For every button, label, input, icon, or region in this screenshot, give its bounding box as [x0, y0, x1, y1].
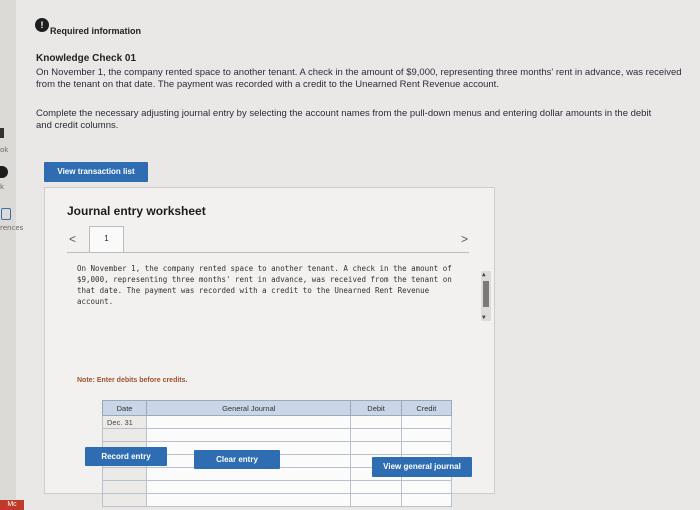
table-row — [101, 493, 453, 507]
next-arrow-icon[interactable]: > — [461, 232, 468, 246]
transaction-description: On November 1, the company rented space … — [77, 263, 491, 325]
journal-entry-worksheet: Journal entry worksheet < > 1 On Novembe… — [44, 187, 495, 507]
debit-input[interactable] — [350, 441, 402, 455]
description-scrollbar[interactable]: ▲ ▼ — [481, 271, 491, 321]
credit-input[interactable] — [400, 441, 453, 455]
instruction-paragraph: Complete the necessary adjusting journal… — [36, 108, 652, 131]
tab-1[interactable]: 1 — [89, 226, 124, 253]
worksheet-panel: On November 1, the company rented space … — [67, 252, 491, 507]
view-transaction-list-button[interactable]: View transaction list — [44, 162, 148, 182]
account-select[interactable] — [146, 467, 352, 481]
date-cell — [101, 467, 148, 481]
brand-badge: Mc — [0, 500, 24, 510]
alert-icon: ! — [35, 18, 49, 32]
column-header-date: Date — [101, 400, 148, 416]
credit-input[interactable] — [400, 480, 453, 494]
debit-credit-note: Note: Enter debits before credits. — [77, 377, 188, 384]
debit-input[interactable] — [350, 480, 402, 494]
column-header-credit: Credit — [400, 400, 453, 416]
date-cell — [101, 493, 148, 507]
date-cell — [101, 428, 148, 442]
account-select[interactable] — [146, 493, 352, 507]
date-cell: Dec. 31 — [101, 415, 148, 429]
rail-label-k: k — [0, 183, 5, 191]
table-row — [101, 428, 453, 442]
column-header-general-journal: General Journal — [146, 400, 352, 416]
credit-input[interactable] — [400, 493, 453, 507]
column-header-debit: Debit — [350, 400, 402, 416]
rail-marker — [0, 128, 4, 138]
knowledge-check-title: Knowledge Check 01 — [36, 53, 137, 64]
left-rail: ok k rences — [0, 0, 23, 510]
rail-label-references[interactable]: rences — [0, 224, 23, 232]
credit-input[interactable] — [400, 428, 453, 442]
account-select[interactable] — [146, 428, 352, 442]
transaction-description-text: On November 1, the company rented space … — [77, 264, 452, 306]
worksheet-title: Journal entry worksheet — [67, 204, 206, 218]
references-icon[interactable] — [1, 208, 11, 220]
account-select[interactable] — [146, 480, 352, 494]
scroll-thumb[interactable] — [483, 281, 489, 307]
rail-label-ok: ok — [0, 146, 9, 154]
credit-input[interactable] — [400, 415, 453, 429]
scroll-down-icon[interactable]: ▼ — [482, 312, 486, 323]
clear-entry-button[interactable]: Clear entry — [194, 450, 280, 469]
date-cell — [101, 480, 148, 494]
intro-paragraph: On November 1, the company rented space … — [36, 67, 682, 90]
scroll-up-icon[interactable]: ▲ — [482, 269, 486, 280]
table-row — [101, 480, 453, 494]
debit-input[interactable] — [350, 415, 402, 429]
account-select[interactable] — [146, 415, 352, 429]
prev-arrow-icon[interactable]: < — [69, 232, 76, 246]
view-general-journal-button[interactable]: View general journal — [372, 457, 472, 477]
debit-input[interactable] — [350, 428, 402, 442]
rail-indicator-dot[interactable] — [0, 166, 8, 178]
debit-input[interactable] — [350, 493, 402, 507]
required-information-label[interactable]: Required information — [50, 26, 141, 36]
record-entry-button[interactable]: Record entry — [85, 447, 167, 466]
table-row: Dec. 31 — [101, 415, 453, 429]
